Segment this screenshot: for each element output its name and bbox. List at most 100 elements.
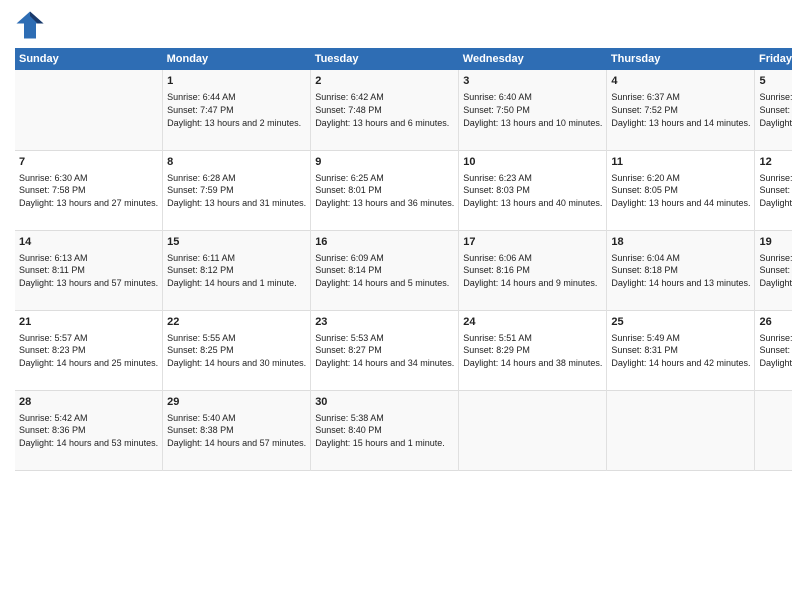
sunset-text: Sunset: 7:54 PM — [759, 104, 792, 117]
daylight-text: Daylight: 14 hours and 42 minutes. — [611, 357, 750, 370]
calendar-cell: 9Sunrise: 6:25 AMSunset: 8:01 PMDaylight… — [311, 150, 459, 230]
sunset-text: Sunset: 8:01 PM — [315, 184, 454, 197]
sunrise-text: Sunrise: 6:09 AM — [315, 252, 454, 265]
daylight-text: Daylight: 13 hours and 48 minutes. — [759, 197, 792, 210]
calendar-cell: 8Sunrise: 6:28 AMSunset: 7:59 PMDaylight… — [163, 150, 311, 230]
sunrise-text: Sunrise: 5:55 AM — [167, 332, 306, 345]
daylight-text: Daylight: 13 hours and 6 minutes. — [315, 117, 454, 130]
daylight-text: Daylight: 14 hours and 46 minutes. — [759, 357, 792, 370]
sunrise-text: Sunrise: 6:13 AM — [19, 252, 158, 265]
day-number: 23 — [315, 315, 454, 330]
daylight-text: Daylight: 14 hours and 17 minutes. — [759, 277, 792, 290]
calendar-cell: 29 Sunrise: 5:40 AMSunset: 8:38 PMDayligh… — [163, 390, 311, 470]
sunrise-text: Sunrise: 6:28 AM — [167, 172, 306, 185]
calendar-cell: 4Sunrise: 6:37 AMSunset: 7:52 PMDaylight… — [607, 70, 755, 150]
sunset-text: Sunset: 8:36 PM — [19, 424, 158, 437]
sunrise-text: Sunrise: 6:23 AM — [463, 172, 602, 185]
sunset-text: Sunset: 8:33 PM — [759, 344, 792, 357]
day-number: 29 — [167, 395, 306, 410]
daylight-text: Daylight: 14 hours and 1 minute. — [167, 277, 306, 290]
calendar-cell: 11Sunrise: 6:20 AMSunset: 8:05 PMDayligh… — [607, 150, 755, 230]
day-number: 28 — [19, 395, 158, 410]
calendar-cell: 2Sunrise: 6:42 AMSunset: 7:48 PMDaylight… — [311, 70, 459, 150]
calendar-cell: 5Sunrise: 6:35 AMSunset: 7:54 PMDaylight… — [755, 70, 792, 150]
weekday-header-monday: Monday — [163, 48, 311, 70]
daylight-text: Daylight: 14 hours and 53 minutes. — [19, 437, 158, 450]
week-row-4: 21Sunrise: 5:57 AMSunset: 8:23 PMDayligh… — [15, 310, 792, 390]
calendar-cell: 19 Sunrise: 6:02 AMSunset: 8:20 PMDayligh… — [755, 230, 792, 310]
calendar-cell: 16Sunrise: 6:09 AMSunset: 8:14 PMDayligh… — [311, 230, 459, 310]
day-number: 30 — [315, 395, 454, 410]
day-number: 11 — [611, 155, 750, 170]
daylight-text: Daylight: 15 hours and 1 minute. — [315, 437, 454, 450]
sunrise-text: Sunrise: 5:40 AM — [167, 412, 306, 425]
weekday-header-sunday: Sunday — [15, 48, 163, 70]
day-number: 19 — [759, 235, 792, 250]
daylight-text: Daylight: 14 hours and 25 minutes. — [19, 357, 158, 370]
day-number: 1 — [167, 74, 306, 89]
weekday-header-tuesday: Tuesday — [311, 48, 459, 70]
week-row-1: 1Sunrise: 6:44 AMSunset: 7:47 PMDaylight… — [15, 70, 792, 150]
week-row-2: 7Sunrise: 6:30 AMSunset: 7:58 PMDaylight… — [15, 150, 792, 230]
sunset-text: Sunset: 8:16 PM — [463, 264, 602, 277]
calendar-cell: 28Sunrise: 5:42 AMSunset: 8:36 PMDayligh… — [15, 390, 163, 470]
calendar-cell: 23Sunrise: 5:53 AMSunset: 8:27 PMDayligh… — [311, 310, 459, 390]
calendar-cell: 15Sunrise: 6:11 AMSunset: 8:12 PMDayligh… — [163, 230, 311, 310]
day-number: 7 — [19, 155, 158, 170]
week-row-3: 14 Sunrise: 6:13 AMSunset: 8:11 PM Dayligh… — [15, 230, 792, 310]
calendar-table: SundayMondayTuesdayWednesdayThursdayFrid… — [15, 48, 792, 471]
calendar-cell: 7 Sunrise: 6:30 AMSunset: 7:58 PMDaylight… — [15, 150, 163, 230]
weekday-header-row: SundayMondayTuesdayWednesdayThursdayFrid… — [15, 48, 792, 70]
daylight-text: Daylight: 13 hours and 27 minutes. — [19, 197, 158, 210]
day-number: 16 — [315, 235, 454, 250]
calendar-cell: 22Sunrise: 5:55 AMSunset: 8:25 PMDayligh… — [163, 310, 311, 390]
sunrise-text: Sunrise: 6:30 AM — [19, 172, 158, 185]
calendar-cell — [459, 390, 607, 470]
daylight-text: Daylight: 14 hours and 34 minutes. — [315, 357, 454, 370]
day-number: 21 — [19, 315, 158, 330]
calendar-cell — [15, 70, 163, 150]
sunset-text: Sunset: 8:05 PM — [611, 184, 750, 197]
calendar-cell: 18Sunrise: 6:04 AMSunset: 8:18 PMDayligh… — [607, 230, 755, 310]
sunrise-text: Sunrise: 6:37 AM — [611, 91, 750, 104]
daylight-text: Daylight: 14 hours and 5 minutes. — [315, 277, 454, 290]
daylight-text: Daylight: 14 hours and 57 minutes. — [167, 437, 306, 450]
sunset-text: Sunset: 7:50 PM — [463, 104, 602, 117]
sunrise-text: Sunrise: 6:06 AM — [463, 252, 602, 265]
daylight-text: Daylight: 13 hours and 19 minutes. — [759, 117, 792, 130]
sunrise-text: Sunrise: 5:51 AM — [463, 332, 602, 345]
sunset-text: Sunset: 8:20 PM — [759, 264, 792, 277]
sunset-text: Sunset: 7:48 PM — [315, 104, 454, 117]
day-number: 9 — [315, 155, 454, 170]
daylight-text: Daylight: 13 hours and 40 minutes. — [463, 197, 602, 210]
sunset-text: Sunset: 8:23 PM — [19, 344, 158, 357]
calendar-cell: 25Sunrise: 5:49 AMSunset: 8:31 PMDayligh… — [607, 310, 755, 390]
logo-icon — [15, 10, 45, 40]
sunset-text: Sunset: 8:38 PM — [167, 424, 306, 437]
sunrise-text: Sunrise: 6:35 AM — [759, 91, 792, 104]
day-number: 18 — [611, 235, 750, 250]
sunrise-text: Sunrise: 5:49 AM — [611, 332, 750, 345]
sunrise-text: Sunrise: 6:02 AM — [759, 252, 792, 265]
day-number: 14 — [19, 235, 158, 250]
day-number: 26 — [759, 315, 792, 330]
day-number: 17 — [463, 235, 602, 250]
day-number: 2 — [315, 74, 454, 89]
daylight-text: Daylight: 13 hours and 10 minutes. — [463, 117, 602, 130]
calendar-cell: 10Sunrise: 6:23 AMSunset: 8:03 PMDayligh… — [459, 150, 607, 230]
daylight-text: Daylight: 14 hours and 9 minutes. — [463, 277, 602, 290]
calendar-cell: 12Sunrise: 6:18 AMSunset: 8:07 PMDayligh… — [755, 150, 792, 230]
sunrise-text: Sunrise: 6:18 AM — [759, 172, 792, 185]
sunset-text: Sunset: 8:11 PM — [19, 264, 158, 277]
logo — [15, 10, 47, 40]
sunrise-text: Sunrise: 5:46 AM — [759, 332, 792, 345]
daylight-text: Daylight: 13 hours and 14 minutes. — [611, 117, 750, 130]
calendar-cell: 14Sunrise: 6:13 AMSunset: 8:11 PMDayligh… — [15, 230, 163, 310]
day-number: 15 — [167, 235, 306, 250]
sunrise-text: Sunrise: 6:25 AM — [315, 172, 454, 185]
day-number: 25 — [611, 315, 750, 330]
sunset-text: Sunset: 7:58 PM — [19, 184, 158, 197]
sunrise-text: Sunrise: 6:40 AM — [463, 91, 602, 104]
sunrise-text: Sunrise: 6:04 AM — [611, 252, 750, 265]
calendar-cell — [755, 390, 792, 470]
